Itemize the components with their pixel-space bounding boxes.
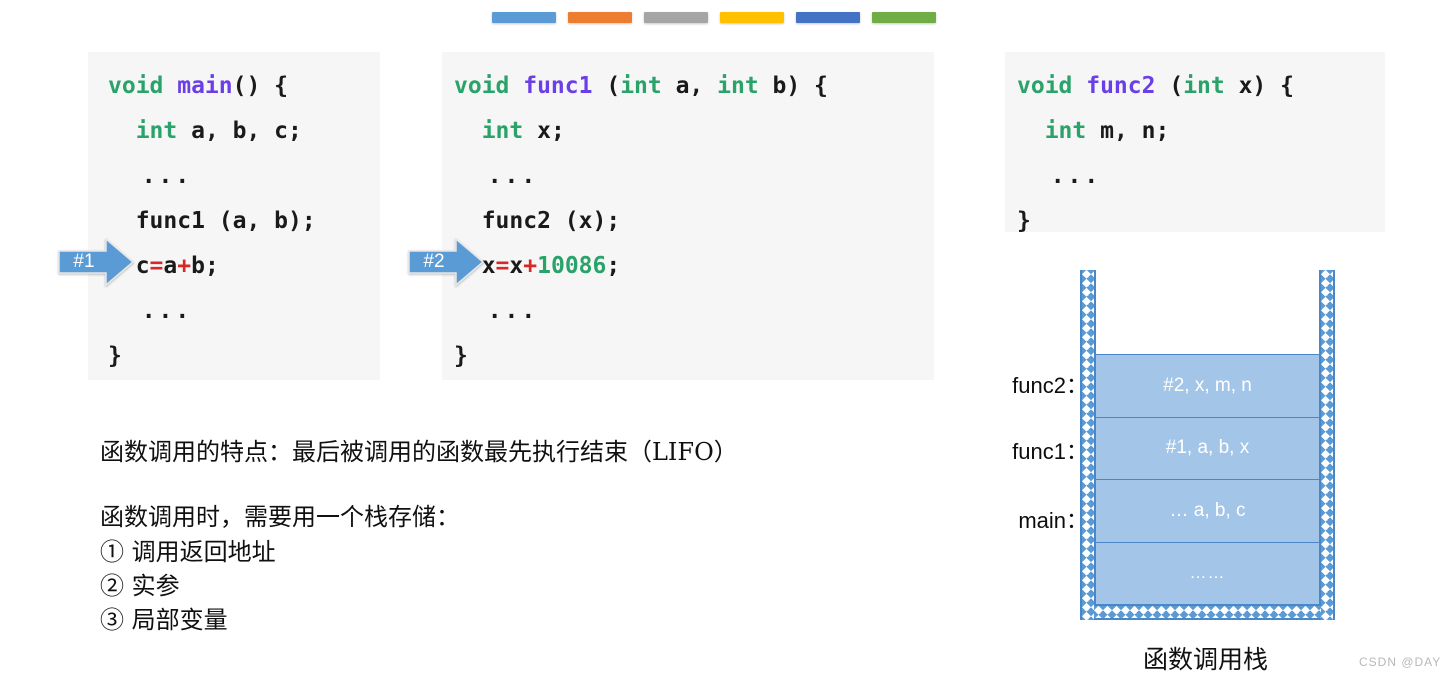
code-keyword-int: int <box>1183 73 1225 99</box>
color-swatch-blue <box>492 12 556 23</box>
stack-frame-func1: #1, a, b, x <box>1096 416 1319 479</box>
code-block-func2: void func2 (int x) { int m, n; ... } <box>1005 52 1385 234</box>
code-function-func1: func1 <box>509 73 593 99</box>
code-operator-assign: = <box>495 253 510 279</box>
code-ellipsis: ... <box>1017 163 1102 189</box>
code-text: a, b, c; <box>177 118 302 144</box>
code-brace-close: } <box>108 343 122 369</box>
code-text: x) { <box>1224 73 1294 99</box>
code-operator-plus: + <box>177 253 192 279</box>
code-keyword-int: int <box>717 73 759 99</box>
step-marker-2: #2 <box>408 238 484 286</box>
code-text: x <box>509 253 524 279</box>
code-keyword-void: void <box>454 73 510 99</box>
code-ellipsis: ... <box>454 163 539 189</box>
note-stack-intro: 函数调用时，需要用一个栈存储： <box>100 503 460 531</box>
code-operator-plus: + <box>523 253 538 279</box>
color-swatch-orange <box>568 12 632 23</box>
note-lifo: 函数调用的特点：最后被调用的函数最先执行结束（LIFO） <box>100 438 738 466</box>
color-swatch-yellow <box>720 12 784 23</box>
stack-frame-list: #2, x, m, n #1, a, b, x … a, b, c …… <box>1096 354 1319 604</box>
note-list-item-3: ③ 局部变量 <box>100 606 228 634</box>
stack-wall-left <box>1080 270 1096 620</box>
code-keyword-void: void <box>1017 73 1073 99</box>
code-number-literal: 10086 <box>537 253 607 279</box>
call-stack-diagram: #2, x, m, n #1, a, b, x … a, b, c …… <box>1080 270 1335 620</box>
right-arrow-icon <box>58 238 134 286</box>
code-function-main: main <box>163 73 233 99</box>
code-keyword-void: void <box>108 73 164 99</box>
code-brace-close: } <box>1017 208 1031 234</box>
code-text: () { <box>232 73 289 99</box>
note-list-item-1: ① 调用返回地址 <box>100 538 276 566</box>
code-keyword-int: int <box>454 118 524 144</box>
code-block-main: void main() { int a, b, c; ... func1 (a,… <box>88 52 380 380</box>
code-text: x; <box>523 118 565 144</box>
decorative-color-bars <box>492 12 936 23</box>
stack-frame-func2: #2, x, m, n <box>1096 354 1319 417</box>
step-marker-1: #1 <box>58 238 134 286</box>
stack-diagram-caption: 函数调用栈 <box>1143 645 1269 674</box>
color-swatch-dark-blue <box>796 12 860 23</box>
stack-label-func2: func2： <box>1012 373 1088 398</box>
code-call-func2: func2 (x); <box>454 208 621 234</box>
code-text: ( <box>1155 73 1184 99</box>
code-text: m, n; <box>1086 118 1170 144</box>
code-keyword-int: int <box>1017 118 1087 144</box>
stack-frame-main: … a, b, c <box>1096 479 1319 542</box>
color-swatch-green <box>872 12 936 23</box>
right-arrow-icon <box>408 238 484 286</box>
stack-wall-right <box>1319 270 1335 620</box>
code-text: b; <box>191 253 219 279</box>
note-list-item-2: ② 实参 <box>100 572 180 600</box>
code-block-func1: void func1 (int a, int b) { int x; ... f… <box>442 52 934 380</box>
stack-frame-filler: …… <box>1096 541 1319 604</box>
code-keyword-int: int <box>108 118 178 144</box>
code-ellipsis: ... <box>108 163 193 189</box>
code-ellipsis: ... <box>454 298 539 324</box>
code-call-func1: func1 (a, b); <box>108 208 316 234</box>
code-ellipsis: ... <box>108 298 193 324</box>
code-operator-assign: = <box>149 253 164 279</box>
stack-label-func1: func1： <box>1012 439 1088 464</box>
stack-wall-bottom <box>1094 604 1321 620</box>
color-swatch-grey <box>644 12 708 23</box>
code-text: a <box>163 253 178 279</box>
code-text: b) { <box>758 73 828 99</box>
code-function-func2: func2 <box>1072 73 1156 99</box>
code-text: a, <box>661 73 718 99</box>
code-text: ( <box>592 73 621 99</box>
code-keyword-int: int <box>620 73 662 99</box>
code-text: ; <box>606 253 621 279</box>
stack-label-main: main： <box>1018 508 1088 533</box>
code-brace-close: } <box>454 343 468 369</box>
watermark: CSDN @DAY | <box>1359 655 1445 669</box>
